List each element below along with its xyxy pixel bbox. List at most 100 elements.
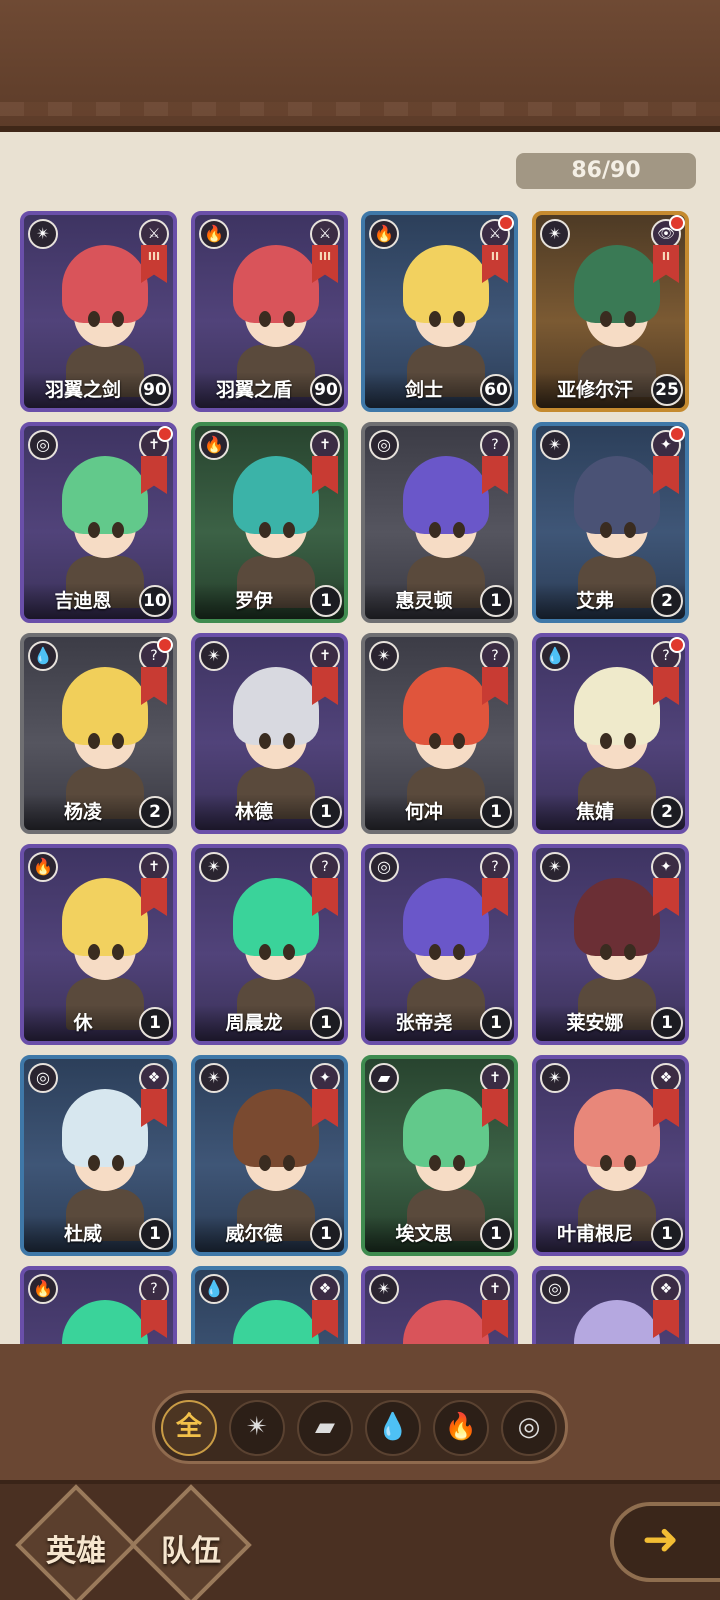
hero-card[interactable]: ✴? 何冲 1 bbox=[361, 633, 518, 834]
water-icon: 💧 bbox=[199, 1274, 229, 1304]
filter-nature-icon[interactable]: ◎ bbox=[501, 1400, 557, 1456]
hero-card[interactable]: 🔥 ⚔ III 羽翼之盾 90 bbox=[191, 211, 348, 412]
hero-portrait bbox=[566, 1300, 666, 1344]
hero-card[interactable]: ◎? 张帝尧 1 bbox=[361, 844, 518, 1045]
class-icon: ❖ bbox=[651, 1063, 681, 1093]
hero-card[interactable]: 💧? 杨凌 2 bbox=[20, 633, 177, 834]
hero-card[interactable]: ◎ ✝ 吉迪恩 10 bbox=[20, 422, 177, 623]
nature-icon: ◎ bbox=[369, 852, 399, 882]
hero-portrait bbox=[395, 1300, 495, 1344]
hero-name: 艾弗 bbox=[575, 590, 614, 612]
hero-card[interactable]: ◎? 惠灵顿 1 bbox=[361, 422, 518, 623]
hero-card[interactable]: ✴ ✦ 威尔德 1 bbox=[191, 1055, 348, 1256]
rank-ribbon bbox=[653, 456, 679, 494]
rank-ribbon bbox=[312, 1089, 338, 1127]
filter-all-icon[interactable]: 全 bbox=[161, 1400, 217, 1456]
notification-dot bbox=[498, 215, 514, 231]
rank-ribbon bbox=[141, 667, 167, 705]
hero-card[interactable]: 🔥 ✝ 休 1 bbox=[20, 844, 177, 1045]
hero-level: 1 bbox=[480, 796, 512, 828]
hero-card[interactable]: ◎ ❖ bbox=[532, 1266, 689, 1344]
hero-level: 25 bbox=[651, 374, 683, 406]
filter-fire-icon[interactable]: 🔥 bbox=[433, 1400, 489, 1456]
hero-name: 羽翼之剑 bbox=[44, 379, 121, 401]
hero-name: 莱安娜 bbox=[566, 1012, 624, 1034]
rank-ribbon bbox=[141, 1300, 167, 1338]
hero-card[interactable]: 🔥? bbox=[20, 1266, 177, 1344]
class-icon: ✦ bbox=[651, 852, 681, 882]
hero-card[interactable]: 🔥 ⚔ II 剑士 60 bbox=[361, 211, 518, 412]
class-icon: ? bbox=[139, 1274, 169, 1304]
rank-ribbon bbox=[482, 1089, 508, 1127]
rank-ribbon bbox=[312, 456, 338, 494]
hero-level: 2 bbox=[651, 796, 683, 828]
notification-dot bbox=[669, 426, 685, 442]
filter-wind-icon[interactable]: ✴ bbox=[229, 1400, 285, 1456]
class-icon: ❖ bbox=[310, 1274, 340, 1304]
hero-name: 威尔德 bbox=[225, 1223, 283, 1245]
hero-name: 剑士 bbox=[404, 379, 443, 401]
hero-card[interactable]: 💧 ❖ bbox=[191, 1266, 348, 1344]
hero-level: 1 bbox=[480, 1007, 512, 1039]
class-icon: ⚔ bbox=[139, 219, 169, 249]
wind-icon: ✴ bbox=[540, 852, 570, 882]
hero-card[interactable]: ✴ ✝ bbox=[361, 1266, 518, 1344]
hero-name: 杨凌 bbox=[63, 801, 102, 823]
hero-card[interactable]: ▰ ✝ 埃文思 1 bbox=[361, 1055, 518, 1256]
fire-icon: 🔥 bbox=[28, 1274, 58, 1304]
class-icon: ? bbox=[480, 430, 510, 460]
hero-portrait bbox=[54, 1300, 154, 1344]
wind-icon: ✴ bbox=[369, 641, 399, 671]
rank-ribbon bbox=[653, 1300, 679, 1338]
hero-level: 2 bbox=[651, 585, 683, 617]
nature-icon: ◎ bbox=[28, 1063, 58, 1093]
hero-name: 休 bbox=[73, 1012, 93, 1034]
class-icon: ? bbox=[480, 641, 510, 671]
rank-ribbon: III bbox=[312, 245, 338, 283]
class-icon: ? bbox=[310, 852, 340, 882]
hero-name: 亚修尔汗 bbox=[556, 379, 633, 401]
nature-icon: ◎ bbox=[28, 430, 58, 460]
water-icon: 💧 bbox=[540, 641, 570, 671]
wind-icon: ✴ bbox=[540, 430, 570, 460]
rank-ribbon bbox=[312, 667, 338, 705]
class-icon: ✝ bbox=[310, 641, 340, 671]
hero-card[interactable]: ✴? 周晨龙 1 bbox=[191, 844, 348, 1045]
team-tab-label[interactable]: 队伍 bbox=[131, 1526, 251, 1570]
notification-dot bbox=[669, 637, 685, 653]
rank-ribbon bbox=[312, 1300, 338, 1338]
hero-grid: ✴ ⚔ III 羽翼之剑 90 🔥 ⚔ III 羽翼之盾 90 🔥 ⚔ II 剑士 60 ✴ 👁 II 亚修尔汗 25… bbox=[20, 211, 700, 1344]
fire-icon: 🔥 bbox=[199, 430, 229, 460]
fire-icon: 🔥 bbox=[369, 219, 399, 249]
wind-icon: ✴ bbox=[199, 1063, 229, 1093]
hero-card[interactable]: ✴ ❖ 叶甫根尼 1 bbox=[532, 1055, 689, 1256]
hero-level: 1 bbox=[651, 1218, 683, 1250]
hero-card[interactable]: ◎ ❖ 杜威 1 bbox=[20, 1055, 177, 1256]
rank-ribbon bbox=[482, 878, 508, 916]
hero-level: 1 bbox=[651, 1007, 683, 1039]
hero-name: 惠灵顿 bbox=[395, 590, 453, 612]
class-icon: ✦ bbox=[310, 1063, 340, 1093]
water-icon: 💧 bbox=[28, 641, 58, 671]
rank-ribbon: II bbox=[482, 245, 508, 283]
hero-card[interactable]: 🔥 ✝ 罗伊 1 bbox=[191, 422, 348, 623]
hero-card[interactable]: ✴ ✝ 林德 1 bbox=[191, 633, 348, 834]
next-button[interactable]: ➜ bbox=[610, 1502, 720, 1582]
hero-card[interactable]: ✴ ⚔ III 羽翼之剑 90 bbox=[20, 211, 177, 412]
class-icon: ✝ bbox=[139, 852, 169, 882]
arrow-right-icon: ➜ bbox=[642, 1514, 679, 1565]
hero-name: 何冲 bbox=[404, 801, 443, 823]
hero-card[interactable]: 💧? 焦婧 2 bbox=[532, 633, 689, 834]
notification-dot bbox=[157, 637, 173, 653]
hero-card[interactable]: ✴ 👁 II 亚修尔汗 25 bbox=[532, 211, 689, 412]
filter-earth-icon[interactable]: ▰ bbox=[297, 1400, 353, 1456]
rank-ribbon: II bbox=[653, 245, 679, 283]
heroes-tab-label[interactable]: 英雄 bbox=[16, 1526, 136, 1570]
filter-water-icon[interactable]: 💧 bbox=[365, 1400, 421, 1456]
hero-level: 1 bbox=[310, 1218, 342, 1250]
hero-card[interactable]: ✴ ✦ 莱安娜 1 bbox=[532, 844, 689, 1045]
hero-card[interactable]: ✴ ✦ 艾弗 2 bbox=[532, 422, 689, 623]
class-icon: ⚔ bbox=[310, 219, 340, 249]
notification-dot bbox=[669, 215, 685, 231]
element-filter-bar: 全 ✴ ▰ 💧 🔥 ◎ bbox=[152, 1390, 568, 1464]
